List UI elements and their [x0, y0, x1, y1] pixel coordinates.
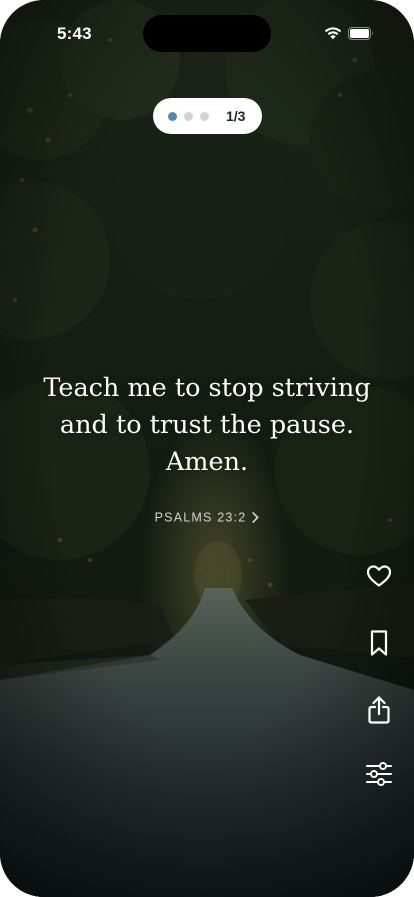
- bookmark-icon: [370, 630, 388, 656]
- verse-line: and to trust the pause.: [59, 410, 355, 440]
- share-button[interactable]: [362, 693, 396, 727]
- bookmark-button[interactable]: [362, 626, 396, 660]
- wifi-icon: [324, 26, 342, 45]
- share-icon: [368, 696, 390, 724]
- phone-screen: 5:43 1/3 Teach me to stop striving and t…: [0, 0, 414, 897]
- settings-button[interactable]: [362, 757, 396, 791]
- page-count: 1/3: [226, 108, 246, 124]
- battery-icon: [348, 26, 374, 45]
- page-dot-1[interactable]: [168, 111, 177, 121]
- verse-line: Teach me to stop striving: [43, 373, 371, 403]
- chevron-right-icon: [252, 512, 259, 524]
- status-time: 5:43: [57, 24, 92, 43]
- heart-icon: [366, 565, 392, 587]
- page-dot-3[interactable]: [200, 111, 209, 121]
- like-button[interactable]: [362, 559, 396, 593]
- scripture-reference-link[interactable]: PSALMS 23:2: [0, 510, 414, 525]
- page-dot-2[interactable]: [184, 111, 193, 121]
- status-icons: [324, 26, 374, 45]
- verse-text: Teach me to stop striving and to trust t…: [20, 370, 394, 481]
- verse-line: Amen.: [165, 447, 249, 477]
- page-indicator[interactable]: 1/3: [153, 98, 262, 134]
- reference-label: PSALMS 23:2: [154, 510, 247, 525]
- dynamic-island: [143, 15, 271, 52]
- sliders-icon: [366, 762, 392, 786]
